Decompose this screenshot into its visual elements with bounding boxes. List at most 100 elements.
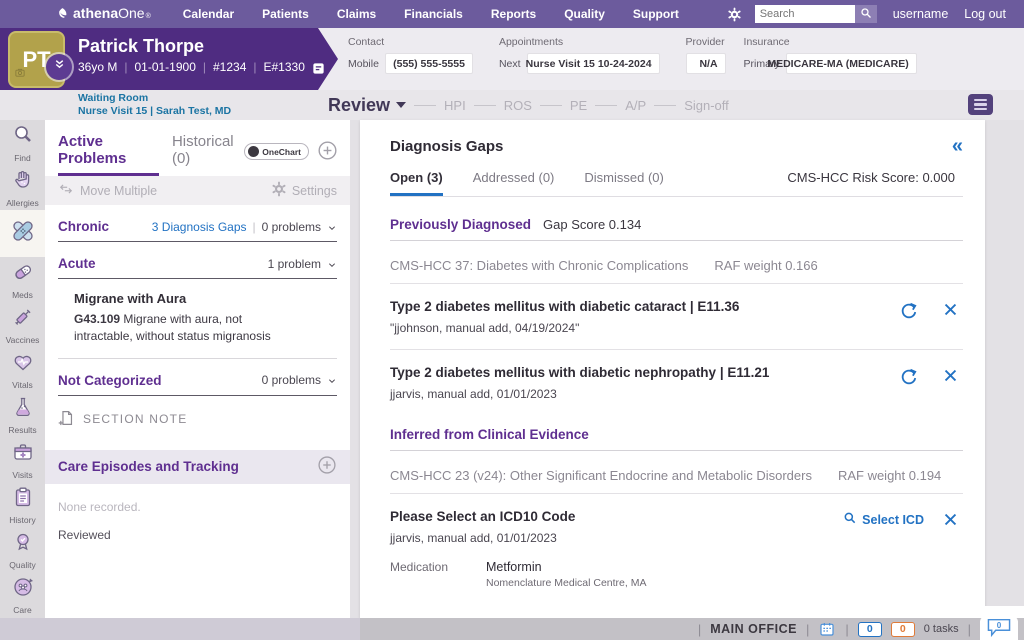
acute-title[interactable]: Acute: [58, 256, 96, 271]
tab-open-gaps[interactable]: Open (3): [390, 170, 443, 196]
chronic-diagnosis-gaps-link[interactable]: 3 Diagnosis Gaps: [152, 220, 247, 234]
hcc-37-raf-weight: RAF weight 0.166: [714, 258, 817, 273]
step-hpi[interactable]: HPI: [444, 98, 466, 113]
mobile-field[interactable]: (555) 555-5555: [385, 53, 473, 74]
logout-link[interactable]: Log out: [964, 7, 1006, 21]
status-bar: | MAIN OFFICE | | 0 0 0 tasks | 0: [0, 618, 1024, 640]
step-signoff[interactable]: Sign-off: [684, 98, 729, 113]
redo-arrow-icon: [899, 301, 918, 323]
encounter-visit-line[interactable]: Nurse Visit 15 | Sarah Test, MD: [78, 105, 231, 117]
chronic-title[interactable]: Chronic: [58, 219, 109, 234]
diagnosis-gaps-title: Diagnosis Gaps: [390, 138, 503, 155]
collapse-panel-button[interactable]: «: [952, 136, 963, 156]
sidebar-item-problems[interactable]: [0, 210, 45, 257]
camera-icon: [14, 65, 26, 83]
nav-support[interactable]: Support: [619, 7, 693, 21]
step-ros[interactable]: ROS: [504, 98, 532, 113]
readdress-gap-button[interactable]: [899, 301, 918, 323]
tab-active-problems[interactable]: Active Problems: [58, 133, 159, 176]
appointments-section-label: Appointments: [499, 36, 660, 48]
urgent-count-badge[interactable]: 0: [891, 622, 915, 637]
inbox-count-badge[interactable]: 0: [858, 622, 882, 637]
encounter-bar: Waiting Room Nurse Visit 15 | Sarah Test…: [0, 90, 1024, 120]
add-care-episode-button[interactable]: [317, 455, 337, 478]
schedule-calendar-icon[interactable]: [818, 621, 836, 637]
sidebar-item-history[interactable]: History: [0, 482, 45, 527]
step-review[interactable]: Review: [328, 95, 406, 116]
athena-leaf-icon: [56, 7, 69, 25]
section-note-button[interactable]: SECTION NOTE: [58, 409, 337, 430]
dismiss-gap-button[interactable]: [942, 367, 959, 387]
move-multiple-button[interactable]: Move Multiple: [58, 182, 157, 199]
encounter-location[interactable]: Waiting Room: [78, 92, 231, 104]
search-input[interactable]: [755, 5, 855, 23]
sidebar-item-vaccines[interactable]: Vaccines: [0, 302, 45, 347]
close-x-icon: [942, 511, 959, 531]
chronic-collapse-chevron-icon[interactable]: [327, 224, 337, 232]
not-categorized-collapse-chevron-icon[interactable]: [327, 377, 337, 385]
provider-field[interactable]: N/A: [686, 53, 726, 74]
sidebar-item-meds[interactable]: Meds: [0, 257, 45, 302]
nav-patients[interactable]: Patients: [248, 7, 323, 21]
step-ap[interactable]: A/P: [625, 98, 646, 113]
close-x-icon: [942, 301, 959, 321]
sidebar-item-vitals[interactable]: Vitals: [0, 347, 45, 392]
search-button[interactable]: [855, 5, 877, 23]
nav-calendar[interactable]: Calendar: [169, 7, 248, 21]
sidebar-item-quality[interactable]: Quality: [0, 527, 45, 572]
step-pe[interactable]: PE: [570, 98, 587, 113]
clipboard-icon: [11, 485, 35, 514]
encounter-menu-button[interactable]: [968, 94, 993, 115]
care-team-icon: [11, 575, 35, 604]
gap-item-title: Please Select an ICD10 Code: [390, 509, 843, 524]
chat-button[interactable]: 0: [980, 616, 1018, 640]
not-categorized-problem-count: 0 problems: [262, 373, 321, 387]
chevron-down-icon: [396, 102, 406, 108]
reviewed-text[interactable]: Reviewed: [58, 528, 337, 542]
sidebar-item-allergies[interactable]: Allergies: [0, 165, 45, 210]
nav-reports[interactable]: Reports: [477, 7, 550, 21]
appointments-group: Appointments Next Nurse Visit 15 10-24-2…: [499, 36, 660, 74]
expand-patient-banner-button[interactable]: [46, 54, 72, 80]
tasks-count[interactable]: 0 tasks: [924, 623, 959, 635]
readdress-gap-button[interactable]: [899, 367, 918, 389]
move-arrows-icon: [58, 182, 74, 199]
onechart-toggle[interactable]: OneChart: [244, 143, 309, 160]
acute-section-header: Acute 1 problem: [58, 256, 337, 279]
select-icd-button[interactable]: Select ICD: [843, 511, 924, 528]
sidebar-item-find[interactable]: Find: [0, 120, 45, 165]
tab-historical[interactable]: Historical (0): [172, 133, 244, 176]
sidebar-item-visits[interactable]: Visits: [0, 437, 45, 482]
diagnosis-gaps-panel: Diagnosis Gaps « Open (3) Addressed (0) …: [360, 120, 985, 618]
encounter-note-icon[interactable]: [312, 62, 325, 75]
username-menu[interactable]: username: [893, 7, 949, 21]
problems-toolbar: Move Multiple Settings: [45, 176, 350, 205]
athenaone-logo[interactable]: athenaOne®: [56, 5, 151, 23]
patient-record-number: #1234: [213, 60, 246, 74]
gear-icon[interactable]: [727, 7, 742, 22]
add-problem-button[interactable]: [317, 140, 338, 164]
acute-problem-count: 1 problem: [268, 257, 321, 271]
nav-claims[interactable]: Claims: [323, 7, 390, 21]
dismiss-gap-button[interactable]: [942, 301, 959, 321]
acute-collapse-chevron-icon[interactable]: [327, 261, 337, 269]
sidebar-item-care[interactable]: Care: [0, 572, 45, 617]
nav-financials[interactable]: Financials: [390, 7, 477, 21]
dismiss-gap-button[interactable]: [942, 511, 959, 531]
problems-settings-button[interactable]: Settings: [271, 181, 337, 200]
department-selector[interactable]: MAIN OFFICE: [710, 622, 797, 636]
chronic-problem-count: 0 problems: [262, 220, 321, 234]
problem-icd-code: G43.109: [74, 312, 120, 326]
tab-dismissed-gaps[interactable]: Dismissed (0): [584, 170, 663, 196]
patient-name[interactable]: Patrick Thorpe: [78, 36, 325, 57]
primary-insurance-field[interactable]: MEDICARE-MA (MEDICARE): [786, 53, 917, 74]
next-appointment-field[interactable]: Nurse Visit 15 10-24-2024: [527, 53, 660, 74]
nav-quality[interactable]: Quality: [550, 7, 619, 21]
allergy-hand-icon: [11, 168, 35, 197]
sidebar-item-results[interactable]: Results: [0, 392, 45, 437]
gap-item-source: "jjohnson, manual add, 04/19/2024": [390, 321, 899, 335]
chat-count: 0: [997, 621, 1002, 630]
not-categorized-title[interactable]: Not Categorized: [58, 373, 162, 388]
tab-addressed-gaps[interactable]: Addressed (0): [473, 170, 555, 196]
problem-migraine-item[interactable]: Migrane with Aura G43.109 Migrane with a…: [58, 291, 337, 359]
